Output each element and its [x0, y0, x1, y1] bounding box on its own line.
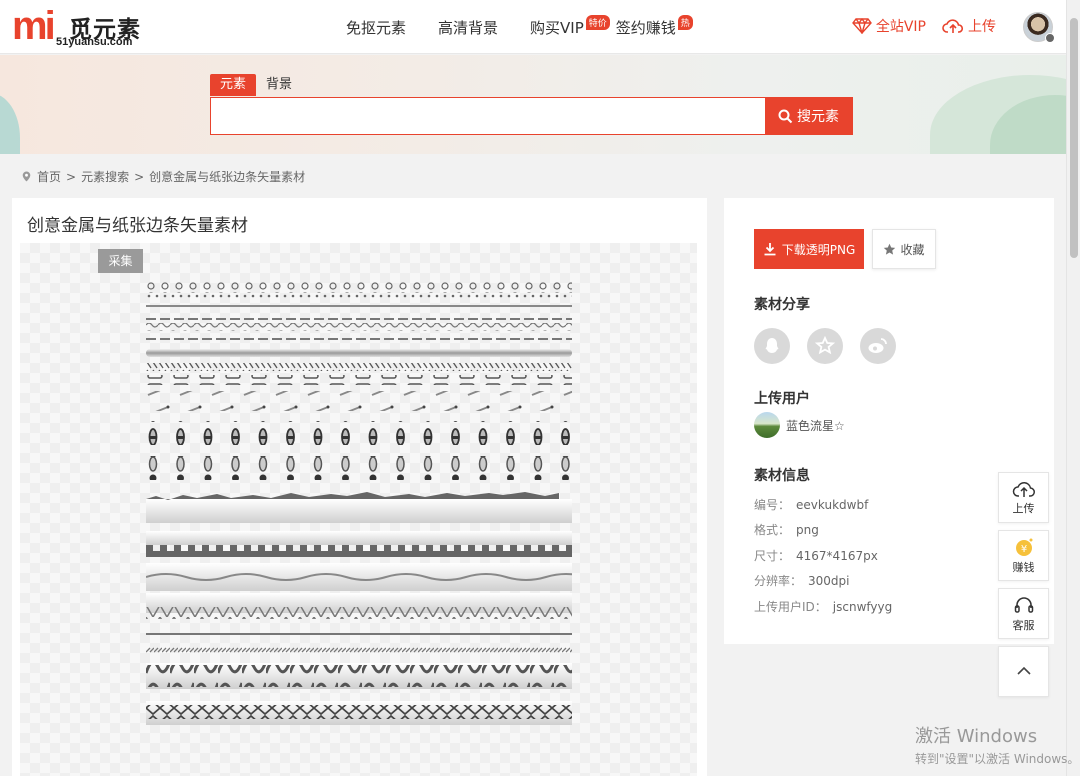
- uploader-link[interactable]: 蓝色流星☆: [754, 412, 845, 438]
- float-service-button[interactable]: 客服: [998, 588, 1049, 639]
- cloud-upload-icon: [942, 19, 964, 33]
- cloud-upload-icon: [1012, 481, 1035, 497]
- back-to-top-button[interactable]: [998, 646, 1049, 697]
- nav-item-sign-earn[interactable]: 签约赚钱热: [615, 15, 693, 38]
- user-avatar[interactable]: [1023, 12, 1055, 43]
- page-scrollbar[interactable]: [1066, 0, 1080, 776]
- weibo-icon[interactable]: [860, 328, 896, 364]
- favorite-button[interactable]: 收藏: [872, 229, 936, 269]
- info-row-size: 尺寸： 4167*4167px: [754, 547, 892, 572]
- float-earn-label: 赚钱: [1012, 560, 1035, 574]
- page-title: 创意金属与纸张边条矢量素材: [27, 216, 248, 236]
- nav-label: 购买VIP: [530, 19, 584, 37]
- uploader-title: 上传用户: [754, 391, 810, 407]
- float-service-label: 客服: [1012, 618, 1035, 632]
- favorite-label: 收藏: [900, 242, 925, 257]
- qq-glyph: [765, 338, 779, 353]
- preview-panel: 创意金属与纸张边条矢量素材 采集: [12, 198, 707, 776]
- star-icon: [884, 243, 896, 255]
- svg-text:¥: ¥: [1020, 544, 1026, 555]
- sale-badge: 特价: [585, 15, 610, 30]
- info-key: 尺寸：: [754, 548, 791, 563]
- search-box: 搜元素: [210, 97, 853, 135]
- info-key: 分辨率：: [754, 574, 803, 589]
- nav-item-buy-vip[interactable]: 购买VIP 特价: [530, 15, 610, 38]
- uploader-name: 蓝色流星☆: [786, 418, 845, 433]
- download-label: 下载透明PNG: [781, 242, 856, 257]
- header-actions: 全站VIP 上传: [836, 16, 996, 36]
- location-pin-icon: [22, 171, 31, 182]
- upload-label: 上传: [968, 19, 996, 35]
- vip-label: 全站VIP: [875, 19, 926, 35]
- weibo-glyph: [868, 338, 887, 353]
- nav-item-cutout[interactable]: 免抠元素: [346, 17, 406, 38]
- tab-elements[interactable]: 元素: [210, 74, 257, 96]
- logo-domain: 51yuansu.com: [56, 36, 133, 48]
- windows-activation-watermark: 激活 Windows 转到"设置"以激活 Windows。: [915, 722, 1079, 767]
- breadcrumb-search[interactable]: 元素搜索: [81, 168, 129, 185]
- qzone-glyph: [815, 336, 835, 355]
- watermark-line2: 转到"设置"以激活 Windows。: [915, 752, 1080, 766]
- hot-badge: 热: [677, 15, 693, 30]
- vip-link[interactable]: 全站VIP: [851, 16, 926, 36]
- share-title: 素材分享: [754, 297, 810, 313]
- image-preview: 采集: [20, 243, 697, 776]
- download-icon: [764, 243, 776, 256]
- float-earn-button[interactable]: ¥ 赚钱: [998, 530, 1049, 581]
- nav-label: 高清背景: [438, 19, 499, 37]
- avatar-status-icon: [1045, 33, 1055, 43]
- breadcrumb: 首页 > 元素搜索 > 创意金属与纸张边条矢量素材: [22, 168, 310, 185]
- logo-mark: mi: [12, 4, 56, 48]
- diamond-icon: [851, 18, 872, 34]
- nav-item-background[interactable]: 高清背景: [438, 17, 498, 38]
- top-header: mi 觅元素 51yuansu.com 免抠元素 高清背景 购买VIP 特价 签约…: [0, 0, 1066, 54]
- banner-decoration: [0, 93, 20, 154]
- breadcrumb-home[interactable]: 首页: [37, 168, 61, 185]
- qq-icon[interactable]: [754, 328, 790, 364]
- float-upload-button[interactable]: 上传: [998, 472, 1049, 523]
- scrollbar-thumb[interactable]: [1070, 18, 1078, 258]
- info-value: png: [796, 523, 819, 538]
- breadcrumb-separator: >: [134, 169, 145, 184]
- gold-coin-icon: ¥: [1015, 538, 1032, 556]
- search-button-label: 搜元素: [797, 109, 839, 125]
- search-input[interactable]: [211, 98, 766, 134]
- border-strips-image: [146, 281, 572, 725]
- info-title: 素材信息: [754, 468, 810, 484]
- search-icon: [778, 109, 793, 123]
- info-key: 上传用户ID：: [754, 599, 827, 614]
- info-value: jscnwfyyg: [832, 599, 893, 614]
- qzone-icon[interactable]: [807, 328, 843, 364]
- watermark-line1: 激活 Windows: [915, 726, 1038, 747]
- info-key: 格式：: [754, 523, 791, 538]
- info-row-uploader-id: 上传用户ID： jscnwfyyg: [754, 598, 892, 623]
- nav-label: 免抠元素: [346, 19, 407, 37]
- search-button[interactable]: 搜元素: [765, 98, 852, 134]
- download-png-button[interactable]: 下载透明PNG: [754, 229, 864, 269]
- breadcrumb-current: 创意金属与纸张边条矢量素材: [149, 170, 306, 184]
- info-key: 编号：: [754, 498, 791, 512]
- header-upload-link[interactable]: 上传: [942, 16, 996, 36]
- chevron-up-icon: [1016, 666, 1031, 675]
- info-value: 4167*4167px: [796, 548, 878, 563]
- float-upload-label: 上传: [1012, 501, 1035, 515]
- breadcrumb-separator: >: [66, 169, 77, 184]
- info-row-id: 编号： eevkukdwbf: [754, 496, 892, 521]
- nav-label: 签约赚钱: [615, 19, 676, 37]
- info-row-resolution: 分辨率： 300dpi: [754, 572, 892, 597]
- info-row-format: 格式： png: [754, 521, 892, 546]
- info-value: 300dpi: [808, 574, 850, 589]
- main-nav: 免抠元素 高清背景 购买VIP 特价 签约赚钱热: [346, 15, 725, 38]
- tab-backgrounds[interactable]: 背景: [256, 74, 302, 96]
- info-list: 编号： eevkukdwbf 格式： png 尺寸： 4167*4167px 分辨率：…: [754, 496, 892, 623]
- info-value: eevkukdwbf: [796, 498, 869, 512]
- site-logo[interactable]: mi 觅元素 51yuansu.com: [12, 6, 152, 50]
- share-icons: [754, 328, 913, 364]
- collect-button[interactable]: 采集: [98, 249, 143, 273]
- uploader-avatar: [754, 412, 780, 438]
- headset-icon: [1014, 596, 1033, 613]
- search-tabs: 元素 背景: [210, 74, 302, 96]
